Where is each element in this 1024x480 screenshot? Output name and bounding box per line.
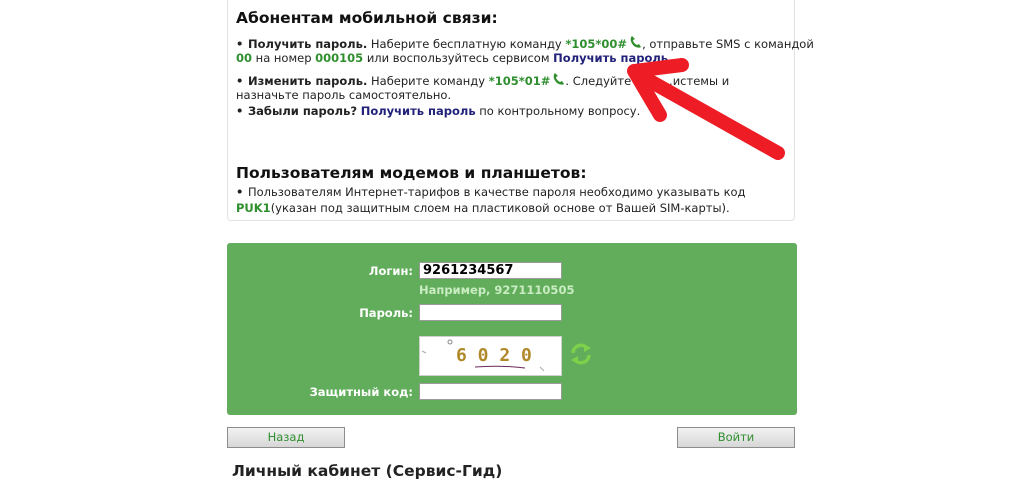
ussd-code-change: *105*01# bbox=[488, 74, 551, 88]
forgot-password-item: • Забыли пароль? Получить пароль по контр… bbox=[236, 104, 640, 118]
captcha-drawing: 6 0 2 0 bbox=[421, 339, 545, 372]
login-label: Логин: bbox=[368, 264, 413, 278]
login-form: Логин: Например, 9271110505 Пароль: 6 0 … bbox=[227, 243, 797, 415]
sms-number: 000105 bbox=[315, 51, 364, 65]
bullet: • bbox=[236, 74, 244, 88]
text: по контрольному вопросу. bbox=[475, 104, 641, 118]
login-button[interactable]: Войти bbox=[677, 427, 795, 448]
security-code-input[interactable] bbox=[419, 383, 562, 400]
section-heading: Личный кабинет (Сервис-Гид) bbox=[232, 462, 503, 480]
forgot-get-password-link[interactable]: Получить пароль bbox=[361, 104, 476, 118]
password-label: Пароль: bbox=[359, 306, 413, 320]
modem-heading: Пользователям модемов и планшетов: bbox=[236, 164, 587, 182]
get-password-item-cont: 00 на номер 000105 или воспользуйтесь се… bbox=[236, 51, 672, 65]
captcha-text: 6 0 2 0 bbox=[456, 345, 532, 366]
login-hint: Например, 9271110505 bbox=[419, 283, 575, 297]
modem-item-cont: PUK1(указан под защитным слоем на пласти… bbox=[236, 201, 730, 215]
get-password-label: Получить пароль. bbox=[248, 37, 368, 51]
arrow-annotation bbox=[627, 58, 785, 160]
change-password-label: Изменить пароль. bbox=[248, 74, 368, 88]
text: или воспользуйтесь сервисом bbox=[363, 51, 554, 65]
phone-icon bbox=[630, 36, 642, 48]
change-password-item-cont: назначьте пароль самостоятельно. bbox=[236, 88, 451, 102]
password-input[interactable] bbox=[419, 304, 562, 321]
text: назначьте пароль самостоятельно. bbox=[236, 88, 452, 102]
text: Наберите команду bbox=[367, 74, 489, 88]
captcha-image: 6 0 2 0 bbox=[419, 336, 562, 376]
ussd-code: *105*00# bbox=[565, 37, 628, 51]
get-password-text: Наберите бесплатную команду bbox=[367, 37, 566, 51]
puk-code: PUK1 bbox=[236, 201, 271, 215]
text: на номер bbox=[252, 51, 316, 65]
refresh-icon[interactable] bbox=[569, 342, 593, 366]
bullet: • bbox=[236, 104, 244, 118]
security-code-label: Защитный код: bbox=[309, 385, 413, 399]
phone-icon bbox=[554, 73, 565, 85]
get-password-text-2: , отправьте SMS с командой bbox=[642, 37, 814, 51]
modem-text: Пользователям Интернет-тарифов в качеств… bbox=[248, 185, 746, 199]
get-password-item: • Получить пароль. Наберите бесплатную ко… bbox=[236, 35, 814, 51]
bullet: • bbox=[236, 185, 244, 199]
sms-code: 00 bbox=[236, 51, 253, 65]
back-button[interactable]: Назад bbox=[227, 427, 345, 448]
modem-text-2: (указан под защитным слоем на пластиково… bbox=[270, 201, 730, 215]
login-input[interactable] bbox=[419, 262, 562, 279]
modem-item: • Пользователям Интернет-тарифов в качест… bbox=[236, 185, 746, 199]
mobile-heading: Абонентам мобильной связи: bbox=[236, 9, 498, 27]
forgot-label: Забыли пароль? bbox=[248, 104, 358, 118]
bullet: • bbox=[236, 37, 244, 51]
